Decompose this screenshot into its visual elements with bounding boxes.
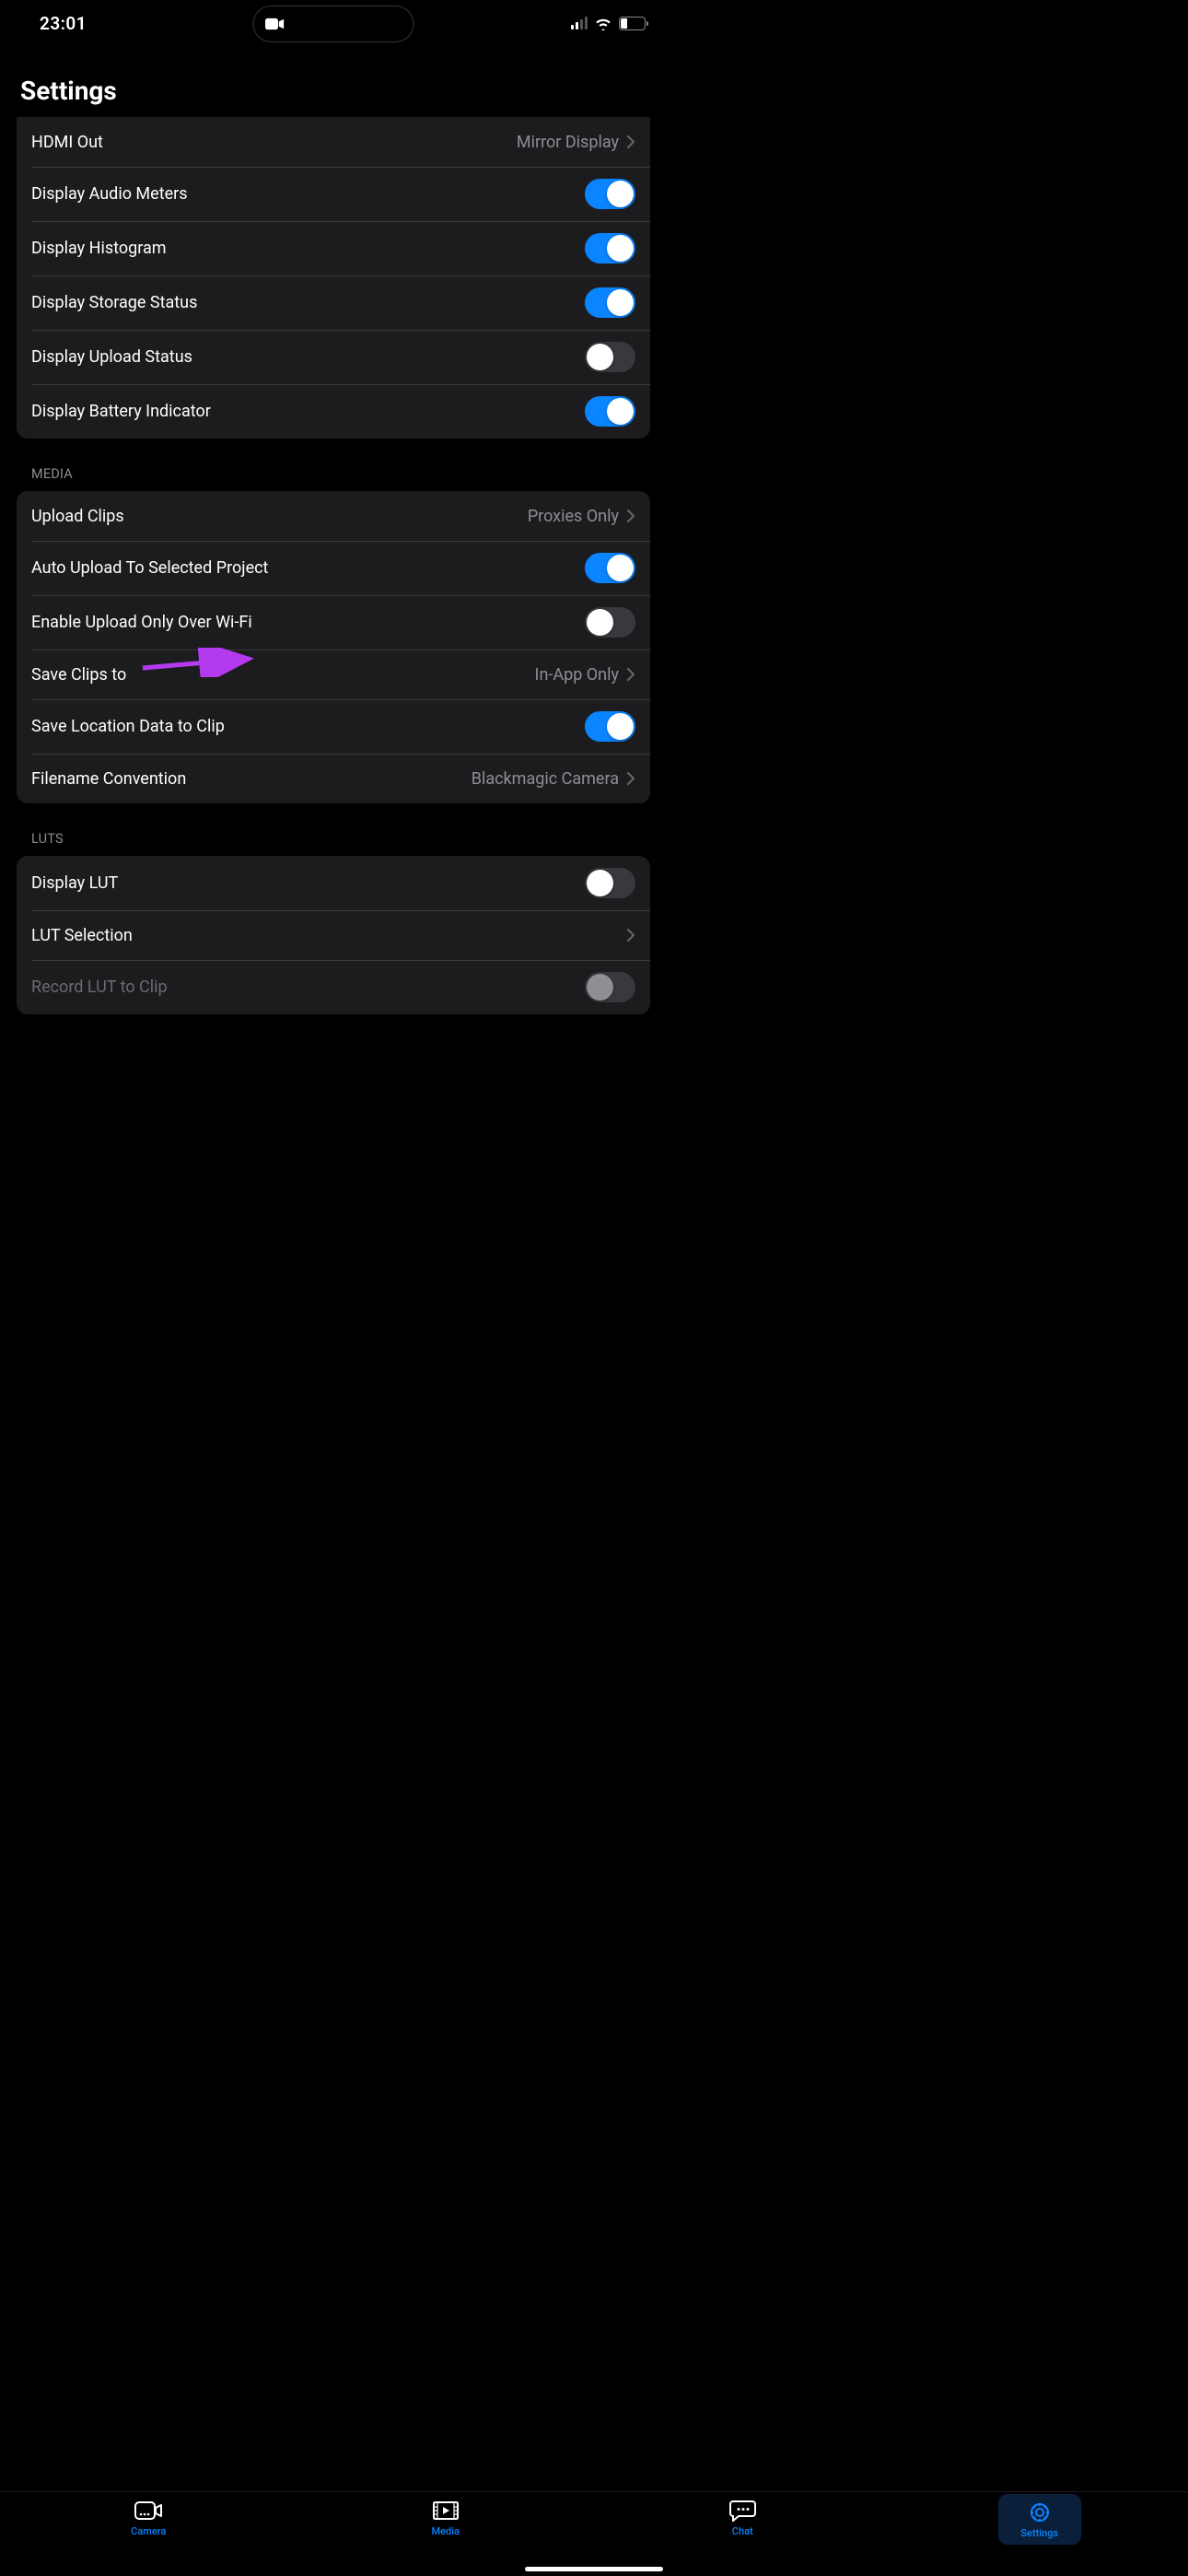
chevron-right-icon bbox=[626, 135, 635, 149]
toggle-auto-upload[interactable] bbox=[585, 553, 635, 583]
row-upload-clips[interactable]: Upload Clips Proxies Only bbox=[17, 491, 650, 541]
row-label: Save Clips to bbox=[31, 665, 126, 685]
row-label: Filename Convention bbox=[31, 769, 186, 789]
toggle-display-histogram[interactable] bbox=[585, 233, 635, 263]
tab-media[interactable]: Media bbox=[404, 2500, 487, 2537]
row-value: Mirror Display bbox=[517, 133, 619, 152]
row-label: Upload Clips bbox=[31, 507, 124, 526]
row-label: Display Storage Status bbox=[31, 293, 197, 312]
tab-chat[interactable]: Chat bbox=[701, 2500, 784, 2537]
tab-label: Media bbox=[432, 2525, 460, 2537]
page-title: Settings bbox=[0, 46, 667, 117]
status-right: 26 bbox=[571, 17, 649, 30]
tab-camera[interactable]: Camera bbox=[107, 2500, 190, 2537]
row-label: Display Audio Meters bbox=[31, 184, 188, 204]
row-display-audio-meters: Display Audio Meters bbox=[17, 167, 650, 221]
gear-icon bbox=[1026, 2501, 1054, 2523]
cellular-signal-icon bbox=[571, 17, 588, 29]
row-filename-convention[interactable]: Filename Convention Blackmagic Camera bbox=[17, 754, 650, 803]
camera-recording-icon bbox=[265, 18, 285, 30]
tab-label: Chat bbox=[732, 2525, 753, 2537]
row-display-histogram: Display Histogram bbox=[17, 221, 650, 275]
chat-icon bbox=[728, 2500, 756, 2522]
row-save-location: Save Location Data to Clip bbox=[17, 699, 650, 754]
row-hdmi-out[interactable]: HDMI Out Mirror Display bbox=[17, 117, 650, 167]
toggle-wifi-only[interactable] bbox=[585, 607, 635, 638]
row-display-lut: Display LUT bbox=[17, 856, 650, 910]
chevron-right-icon bbox=[626, 667, 635, 682]
wifi-icon bbox=[594, 17, 612, 30]
toggle-display-lut[interactable] bbox=[585, 868, 635, 898]
toggle-display-upload-status[interactable] bbox=[585, 342, 635, 372]
row-record-lut: Record LUT to Clip bbox=[17, 960, 650, 1014]
dynamic-island bbox=[253, 6, 414, 42]
row-label: Display Upload Status bbox=[31, 347, 192, 367]
home-indicator[interactable] bbox=[525, 2567, 663, 2571]
row-value: Proxies Only bbox=[528, 507, 619, 526]
tab-label: Camera bbox=[131, 2525, 166, 2537]
row-lut-selection[interactable]: LUT Selection bbox=[17, 910, 650, 960]
display-section: HDMI Out Mirror Display Display Audio Me… bbox=[17, 117, 650, 439]
row-auto-upload: Auto Upload To Selected Project bbox=[17, 541, 650, 595]
row-label: LUT Selection bbox=[31, 926, 133, 945]
row-display-upload-status: Display Upload Status bbox=[17, 330, 650, 384]
media-icon bbox=[432, 2500, 460, 2522]
row-label: Display Histogram bbox=[31, 239, 167, 258]
row-display-storage-status: Display Storage Status bbox=[17, 275, 650, 330]
tab-label: Settings bbox=[1020, 2527, 1058, 2539]
status-bar: 23:01 26 bbox=[0, 0, 667, 46]
row-value: In-App Only bbox=[535, 665, 619, 685]
toggle-display-battery-indicator[interactable] bbox=[585, 396, 635, 427]
row-label: HDMI Out bbox=[31, 133, 103, 152]
status-time: 23:01 bbox=[40, 13, 87, 34]
row-label: Save Location Data to Clip bbox=[31, 717, 225, 736]
chevron-right-icon bbox=[626, 771, 635, 786]
row-label: Record LUT to Clip bbox=[31, 978, 168, 997]
luts-section: Display LUT LUT Selection Record LUT to … bbox=[17, 856, 650, 1014]
row-value: Blackmagic Camera bbox=[472, 769, 619, 789]
toggle-display-storage-status[interactable] bbox=[585, 287, 635, 318]
row-label: Display Battery Indicator bbox=[31, 402, 211, 421]
media-section: Upload Clips Proxies Only Auto Upload To… bbox=[17, 491, 650, 803]
section-header-luts: LUTS bbox=[17, 803, 650, 856]
chevron-right-icon bbox=[626, 928, 635, 943]
toggle-save-location[interactable] bbox=[585, 711, 635, 742]
camera-icon bbox=[134, 2500, 162, 2522]
chevron-right-icon bbox=[626, 509, 635, 523]
toggle-display-audio-meters[interactable] bbox=[585, 179, 635, 209]
tab-settings[interactable]: Settings bbox=[998, 2494, 1081, 2545]
row-label: Enable Upload Only Over Wi-Fi bbox=[31, 613, 252, 632]
row-display-battery-indicator: Display Battery Indicator bbox=[17, 384, 650, 439]
battery-indicator: 26 bbox=[619, 17, 648, 30]
toggle-record-lut bbox=[585, 972, 635, 1002]
section-header-media: MEDIA bbox=[17, 439, 650, 491]
row-label: Display LUT bbox=[31, 873, 118, 893]
row-label: Auto Upload To Selected Project bbox=[31, 558, 268, 578]
tab-bar: Camera Media Chat bbox=[0, 2491, 1188, 2576]
row-wifi-only: Enable Upload Only Over Wi-Fi bbox=[17, 595, 650, 650]
row-save-clips-to[interactable]: Save Clips to In-App Only bbox=[17, 650, 650, 699]
